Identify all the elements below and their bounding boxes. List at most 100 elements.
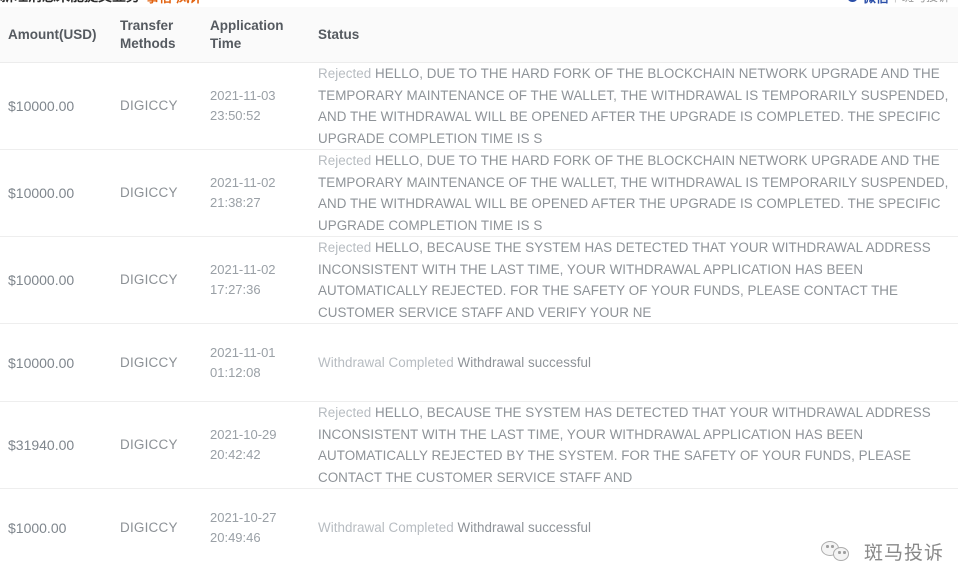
- status-line: AUTOMATICALLY REJECTED. FOR THE SAFETY O…: [318, 280, 958, 302]
- application-date: 2021-11-02: [210, 175, 276, 190]
- cell-application-time: 2021-11-01 01:12:08: [210, 343, 318, 383]
- status-line: CUSTOMER SERVICE STAFF AND VERIFY YOUR N…: [318, 302, 958, 324]
- application-clock: 20:49:46: [210, 530, 261, 545]
- application-clock: 20:42:42: [210, 447, 261, 462]
- status-text: Rejected HELLO, BECAUSE THE SYSTEM HAS D…: [318, 402, 958, 488]
- table-row[interactable]: $10000.00 DIGICCY 2021-11-01 01:12:08 Withdr…: [0, 324, 958, 402]
- brand-watermark: 斑马投诉: [820, 538, 944, 565]
- status-text: Rejected HELLO, BECAUSE THE SYSTEM HAS D…: [318, 237, 958, 323]
- status-line: Rejected HELLO, BECAUSE THE SYSTEM HAS D…: [318, 402, 958, 424]
- top-bar-account: 斑马投诉: [902, 0, 950, 5]
- status-message: TEMPORARY MAINTENANCE OF THE WALLET, THE…: [318, 174, 949, 190]
- status-text: Withdrawal Completed Withdrawal successf…: [318, 352, 958, 374]
- cell-application-time: 2021-11-02 17:27:36: [210, 260, 318, 300]
- wechat-bubbles-icon: [820, 540, 855, 564]
- column-header-amount: Amount(USD): [8, 26, 97, 42]
- application-clock: 17:27:36: [210, 282, 261, 297]
- status-line: INCONSISTENT WITH THE LAST TIME, YOUR WI…: [318, 259, 958, 281]
- status-line: TEMPORARY MAINTENANCE OF THE WALLET, THE…: [318, 85, 958, 107]
- status-line: Withdrawal Completed Withdrawal successf…: [318, 517, 958, 539]
- status-message: Withdrawal successful: [457, 520, 592, 536]
- status-message: INCONSISTENT WITH THE LAST TIME, YOUR WI…: [318, 426, 864, 442]
- cell-amount: $10000.00: [8, 272, 75, 288]
- cell-transfer-method: DIGICCY: [120, 437, 178, 452]
- status-line: AUTOMATICALLY REJECTED BY THE SYSTEM. FO…: [318, 445, 958, 467]
- status-line: Rejected HELLO, DUE TO THE HARD FORK OF …: [318, 63, 958, 85]
- column-header-application-time-line1: Application: [210, 17, 284, 33]
- cell-amount: $10000.00: [8, 185, 75, 201]
- cell-application-time: 2021-10-27 20:49:46: [210, 508, 318, 548]
- application-date: 2021-11-02: [210, 262, 276, 277]
- top-bar-timestamp: 11-11 08:22:58: [207, 0, 286, 3]
- application-date: 2021-10-27: [210, 510, 277, 525]
- status-line: AND THE WITHDRAWAL WILL BE OPENED AFTER …: [318, 106, 958, 128]
- withdrawal-history-table: Amount(USD) Transfer Methods Application…: [0, 7, 958, 567]
- column-header-status: Status: [318, 26, 360, 42]
- table-row[interactable]: $10000.00 DIGICCY 2021-11-02 17:27:36 Reject…: [0, 237, 958, 324]
- status-message: HELLO, BECAUSE THE SYSTEM HAS DETECTED T…: [375, 405, 931, 420]
- top-bar-brand: 微信: [863, 0, 889, 6]
- status-line: UPGRADE COMPLETION TIME IS S: [318, 128, 958, 150]
- wechat-icon: [846, 0, 858, 2]
- status-badge: Withdrawal Completed: [318, 520, 454, 536]
- top-bar-separator: |: [894, 0, 897, 3]
- cell-application-time: 2021-11-02 21:38:27: [210, 173, 318, 213]
- status-line: INCONSISTENT WITH THE LAST TIME, YOUR WI…: [318, 424, 958, 446]
- cell-status: Withdrawal Completed Withdrawal successf…: [318, 352, 958, 374]
- status-line: Rejected HELLO, DUE TO THE HARD FORK OF …: [318, 150, 958, 172]
- status-message: INCONSISTENT WITH THE LAST TIME, YOUR WI…: [318, 261, 864, 277]
- column-header-application-time-line2: Time: [210, 35, 242, 51]
- status-text: Withdrawal Completed Withdrawal successf…: [318, 517, 958, 539]
- cell-status: Rejected HELLO, BECAUSE THE SYSTEM HAS D…: [318, 402, 958, 488]
- cell-amount: $31940.00: [8, 437, 75, 453]
- application-date: 2021-10-29: [210, 427, 277, 442]
- status-message: UPGRADE COMPLETION TIME IS S: [318, 130, 543, 146]
- cell-amount: $10000.00: [8, 354, 75, 371]
- cell-application-time: 2021-11-03 23:50:52: [210, 86, 318, 126]
- status-line: Withdrawal Completed Withdrawal successf…: [318, 352, 958, 374]
- status-message: TEMPORARY MAINTENANCE OF THE WALLET, THE…: [318, 87, 949, 103]
- status-line: AND THE WITHDRAWAL WILL BE OPENED AFTER …: [318, 193, 958, 215]
- status-message: AUTOMATICALLY REJECTED. FOR THE SAFETY O…: [318, 283, 898, 298]
- status-message: UPGRADE COMPLETION TIME IS S: [318, 217, 543, 233]
- cell-transfer-method: DIGICCY: [120, 98, 178, 113]
- column-header-transfer-methods: Transfer Methods: [120, 17, 210, 53]
- top-bar-highlight: 事悟-凤计: [146, 0, 202, 6]
- table-row[interactable]: $10000.00 DIGICCY 2021-11-03 23:50:52 Reject…: [0, 63, 958, 150]
- cell-transfer-method: DIGICCY: [120, 354, 178, 370]
- table-row[interactable]: $1000.00 DIGICCY 2021-10-27 20:49:46 Withdra…: [0, 489, 958, 567]
- column-header-application-time: Application Time: [210, 17, 318, 53]
- status-message: HELLO, BECAUSE THE SYSTEM HAS DETECTED T…: [375, 240, 931, 255]
- cell-transfer-method: DIGICCY: [120, 185, 178, 200]
- table-header-row: Amount(USD) Transfer Methods Application…: [0, 7, 958, 63]
- cell-status: Rejected HELLO, BECAUSE THE SYSTEM HAS D…: [318, 237, 958, 323]
- status-message: HELLO, DUE TO THE HARD FORK OF THE BLOCK…: [375, 153, 940, 168]
- cell-amount: $10000.00: [8, 98, 75, 114]
- cell-application-time: 2021-10-29 20:42:42: [210, 425, 318, 465]
- table-row[interactable]: $10000.00 DIGICCY 2021-11-02 21:38:27 Reject…: [0, 150, 958, 237]
- table-row[interactable]: $31940.00 DIGICCY 2021-10-29 20:42:42 Reject…: [0, 402, 958, 489]
- top-bar-title: 新旺消息未能提交业务: [0, 0, 140, 6]
- status-message: Withdrawal successful: [457, 354, 592, 370]
- cell-status: Rejected HELLO, DUE TO THE HARD FORK OF …: [318, 150, 958, 236]
- status-badge: Withdrawal Completed: [318, 354, 454, 370]
- status-text: Rejected HELLO, DUE TO THE HARD FORK OF …: [318, 150, 958, 236]
- status-badge: Rejected: [318, 66, 372, 81]
- brand-name: 斑马投诉: [863, 542, 944, 564]
- cell-transfer-method: DIGICCY: [120, 272, 178, 287]
- column-header-transfer-methods-line1: Transfer: [120, 17, 174, 33]
- screenshot-root: 斑马投诉斑马投诉斑马投诉斑马投诉斑马投诉斑马投诉斑马投诉斑马投诉斑马投诉斑马投诉…: [0, 0, 958, 581]
- status-message: AUTOMATICALLY REJECTED BY THE SYSTEM. FO…: [318, 448, 912, 463]
- application-clock: 23:50:52: [210, 108, 261, 123]
- cell-amount: $1000.00: [8, 520, 67, 536]
- status-badge: Rejected: [318, 153, 372, 168]
- application-clock: 01:12:08: [210, 364, 261, 380]
- status-line: CONTACT THE CUSTOMER SERVICE STAFF AND: [318, 467, 958, 489]
- column-header-transfer-methods-line2: Methods: [120, 35, 176, 51]
- status-message: AND THE WITHDRAWAL WILL BE OPENED AFTER …: [318, 109, 941, 124]
- truncated-top-bar: 新旺消息未能提交业务 事悟-凤计 11-11 08:22:58 微信 | 斑马投…: [0, 0, 958, 7]
- top-bar-right-group: 微信 | 斑马投诉: [846, 0, 950, 6]
- table-body: $10000.00 DIGICCY 2021-11-03 23:50:52 Reject…: [0, 63, 958, 567]
- application-date: 2021-11-01: [210, 344, 276, 360]
- status-badge: Rejected: [318, 405, 372, 420]
